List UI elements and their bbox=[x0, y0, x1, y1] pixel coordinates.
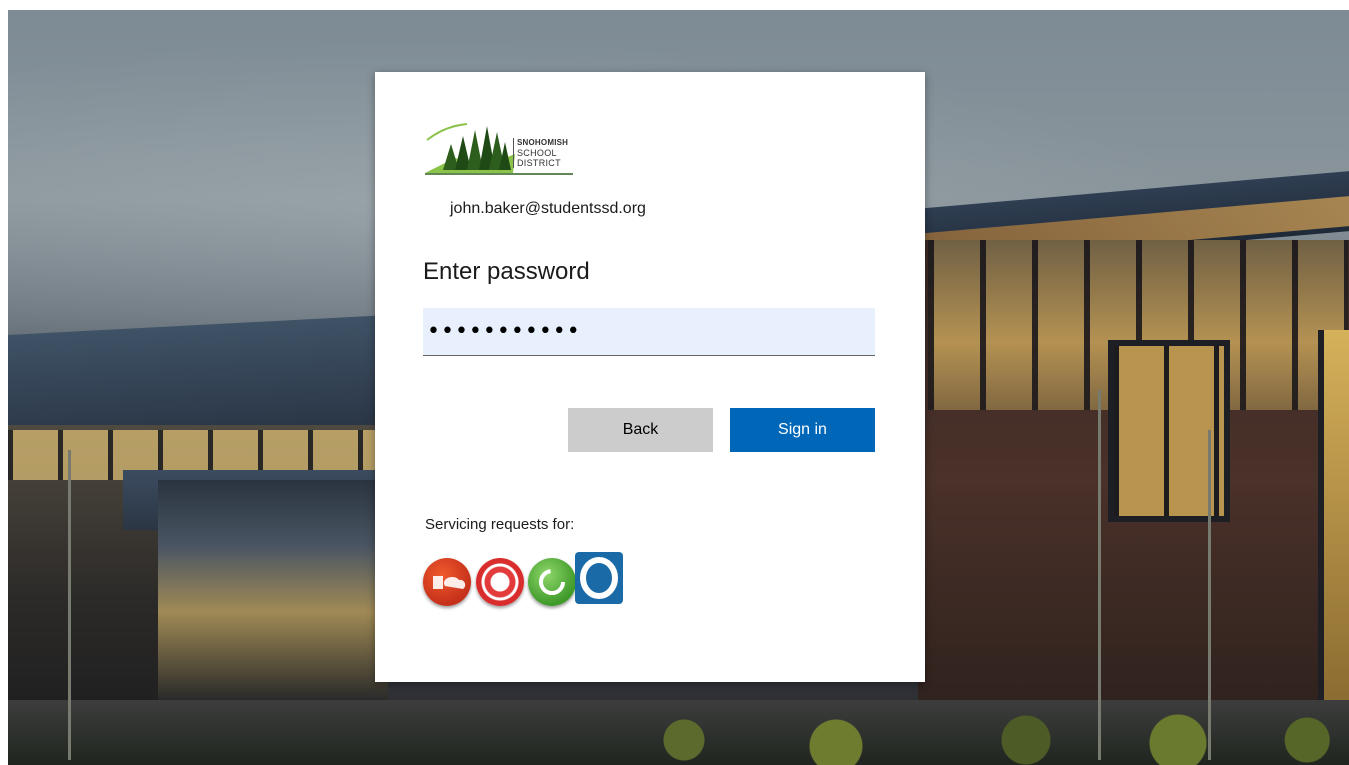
shrubs bbox=[608, 710, 1349, 765]
logo-line-2: SCHOOL bbox=[517, 148, 557, 158]
password-field[interactable] bbox=[423, 308, 875, 356]
building-window-edge bbox=[1318, 330, 1349, 710]
back-button[interactable]: Back bbox=[568, 408, 713, 452]
canvas-icon bbox=[476, 558, 524, 606]
logo-wordmark: SNOHOMISH SCHOOL DISTRICT bbox=[513, 138, 568, 168]
app-icons bbox=[423, 552, 633, 606]
overdrive-icon bbox=[575, 552, 623, 604]
logo-line-1: SNOHOMISH bbox=[517, 138, 569, 147]
tree-trunk bbox=[68, 450, 71, 760]
building-entrance bbox=[158, 480, 388, 700]
tree-trunk bbox=[1098, 390, 1101, 760]
sign-in-button[interactable]: Sign in bbox=[730, 408, 875, 452]
office-365-icon bbox=[423, 558, 471, 606]
login-card: SNOHOMISH SCHOOL DISTRICT john.baker@stu… bbox=[375, 72, 925, 682]
account-email: john.baker@studentssd.org bbox=[450, 200, 646, 217]
tree-trunk bbox=[1208, 430, 1211, 760]
page-title: Enter password bbox=[423, 258, 590, 285]
building-window-panel bbox=[1108, 340, 1230, 522]
green-circle-app-icon bbox=[528, 558, 576, 606]
servicing-label: Servicing requests for: bbox=[425, 516, 575, 533]
logo-line-3: DISTRICT bbox=[517, 158, 561, 168]
